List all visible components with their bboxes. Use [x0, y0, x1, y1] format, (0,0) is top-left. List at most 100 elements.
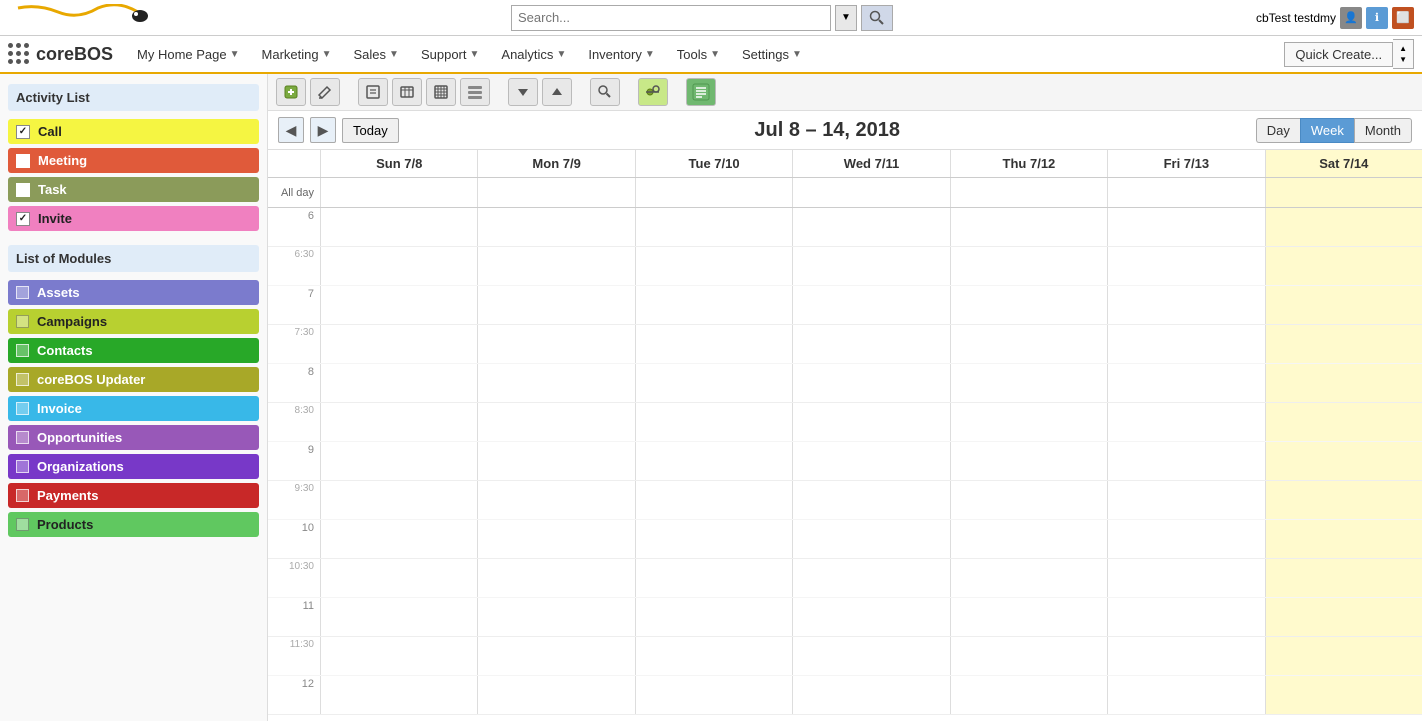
module-corebos-updater[interactable]: coreBOS Updater — [8, 367, 259, 392]
move-up-button[interactable] — [542, 78, 572, 106]
add-event-button[interactable] — [276, 78, 306, 106]
time-cell-0-col-2[interactable] — [635, 208, 792, 246]
module-contacts-checkbox[interactable] — [16, 344, 29, 357]
search-dropdown-button[interactable]: ▼ — [835, 5, 857, 31]
allday-fri[interactable] — [1107, 178, 1264, 207]
time-cell-7-col-6[interactable] — [1265, 481, 1422, 519]
time-cell-5-col-0[interactable] — [320, 403, 477, 441]
time-cell-9-col-2[interactable] — [635, 559, 792, 597]
time-cell-5-col-3[interactable] — [792, 403, 949, 441]
time-cell-7-col-3[interactable] — [792, 481, 949, 519]
month-view-tab[interactable]: Month — [1354, 118, 1412, 143]
time-cell-6-col-4[interactable] — [950, 442, 1107, 480]
module-products[interactable]: Products — [8, 512, 259, 537]
time-cell-12-col-5[interactable] — [1107, 676, 1264, 714]
time-cell-11-col-0[interactable] — [320, 637, 477, 675]
user-profile-icon[interactable]: 👤 — [1340, 7, 1362, 29]
time-cell-12-col-3[interactable] — [792, 676, 949, 714]
time-cell-5-col-5[interactable] — [1107, 403, 1264, 441]
time-cell-11-col-4[interactable] — [950, 637, 1107, 675]
time-cell-12-col-1[interactable] — [477, 676, 634, 714]
time-cell-4-col-5[interactable] — [1107, 364, 1264, 402]
today-button[interactable]: Today — [342, 118, 399, 143]
module-organizations-checkbox[interactable] — [16, 460, 29, 473]
module-organizations[interactable]: Organizations — [8, 454, 259, 479]
time-cell-0-col-0[interactable] — [320, 208, 477, 246]
time-cell-9-col-3[interactable] — [792, 559, 949, 597]
module-campaigns-checkbox[interactable] — [16, 315, 29, 328]
time-cell-9-col-0[interactable] — [320, 559, 477, 597]
time-cell-12-col-4[interactable] — [950, 676, 1107, 714]
week-view-tab[interactable]: Week — [1300, 118, 1354, 143]
time-cell-3-col-4[interactable] — [950, 325, 1107, 363]
time-cell-6-col-6[interactable] — [1265, 442, 1422, 480]
filter-button[interactable] — [638, 78, 668, 106]
time-cell-1-col-0[interactable] — [320, 247, 477, 285]
day-view-button[interactable] — [358, 78, 388, 106]
search-calendar-button[interactable] — [590, 78, 620, 106]
time-cell-9-col-5[interactable] — [1107, 559, 1264, 597]
time-cell-5-col-2[interactable] — [635, 403, 792, 441]
day-view-tab[interactable]: Day — [1256, 118, 1300, 143]
time-cell-10-col-0[interactable] — [320, 598, 477, 636]
activity-call-checkbox[interactable]: ✓ — [16, 125, 30, 139]
nav-settings[interactable]: Settings ▼ — [732, 41, 812, 68]
nav-home-page[interactable]: My Home Page ▼ — [127, 41, 250, 68]
allday-sat[interactable] — [1265, 178, 1422, 207]
time-cell-11-col-2[interactable] — [635, 637, 792, 675]
module-invoice[interactable]: Invoice — [8, 396, 259, 421]
time-cell-6-col-0[interactable] — [320, 442, 477, 480]
time-cell-7-col-0[interactable] — [320, 481, 477, 519]
time-cell-6-col-3[interactable] — [792, 442, 949, 480]
time-cell-11-col-6[interactable] — [1265, 637, 1422, 675]
time-cell-8-col-3[interactable] — [792, 520, 949, 558]
activity-invite-checkbox[interactable]: ✓ — [16, 212, 30, 226]
user-extra-icon[interactable]: ⬜ — [1392, 7, 1414, 29]
time-cell-1-col-4[interactable] — [950, 247, 1107, 285]
checklist-button[interactable] — [686, 78, 716, 106]
time-cell-7-col-4[interactable] — [950, 481, 1107, 519]
time-cell-8-col-2[interactable] — [635, 520, 792, 558]
time-cell-12-col-6[interactable] — [1265, 676, 1422, 714]
time-cell-0-col-4[interactable] — [950, 208, 1107, 246]
time-cell-7-col-1[interactable] — [477, 481, 634, 519]
module-assets[interactable]: Assets — [8, 280, 259, 305]
time-cell-4-col-3[interactable] — [792, 364, 949, 402]
module-opportunities[interactable]: Opportunities — [8, 425, 259, 450]
time-cell-2-col-2[interactable] — [635, 286, 792, 324]
time-cell-5-col-4[interactable] — [950, 403, 1107, 441]
time-cell-8-col-5[interactable] — [1107, 520, 1264, 558]
time-cell-6-col-1[interactable] — [477, 442, 634, 480]
time-cell-2-col-0[interactable] — [320, 286, 477, 324]
nav-tools[interactable]: Tools ▼ — [667, 41, 730, 68]
time-cell-6-col-2[interactable] — [635, 442, 792, 480]
nav-analytics[interactable]: Analytics ▼ — [491, 41, 576, 68]
quick-create-button[interactable]: ▲ ▼ — [1393, 39, 1414, 69]
time-cell-10-col-3[interactable] — [792, 598, 949, 636]
time-cell-5-col-6[interactable] — [1265, 403, 1422, 441]
time-cell-0-col-6[interactable] — [1265, 208, 1422, 246]
time-cell-3-col-3[interactable] — [792, 325, 949, 363]
module-corebos-updater-checkbox[interactable] — [16, 373, 29, 386]
time-cell-4-col-6[interactable] — [1265, 364, 1422, 402]
time-cell-9-col-4[interactable] — [950, 559, 1107, 597]
move-down-button[interactable] — [508, 78, 538, 106]
time-cell-10-col-5[interactable] — [1107, 598, 1264, 636]
time-cell-2-col-5[interactable] — [1107, 286, 1264, 324]
time-cell-0-col-1[interactable] — [477, 208, 634, 246]
time-cell-8-col-4[interactable] — [950, 520, 1107, 558]
time-cell-10-col-4[interactable] — [950, 598, 1107, 636]
module-opportunities-checkbox[interactable] — [16, 431, 29, 444]
time-cell-3-col-2[interactable] — [635, 325, 792, 363]
module-assets-checkbox[interactable] — [16, 286, 29, 299]
time-cell-1-col-2[interactable] — [635, 247, 792, 285]
activity-task[interactable]: ✓ Task — [8, 177, 259, 202]
time-cell-3-col-1[interactable] — [477, 325, 634, 363]
module-invoice-checkbox[interactable] — [16, 402, 29, 415]
activity-call[interactable]: ✓ Call — [8, 119, 259, 144]
time-cell-7-col-5[interactable] — [1107, 481, 1264, 519]
prev-week-button[interactable]: ◀ — [278, 117, 304, 143]
time-cell-2-col-4[interactable] — [950, 286, 1107, 324]
nav-marketing[interactable]: Marketing ▼ — [252, 41, 342, 68]
time-cell-1-col-5[interactable] — [1107, 247, 1264, 285]
